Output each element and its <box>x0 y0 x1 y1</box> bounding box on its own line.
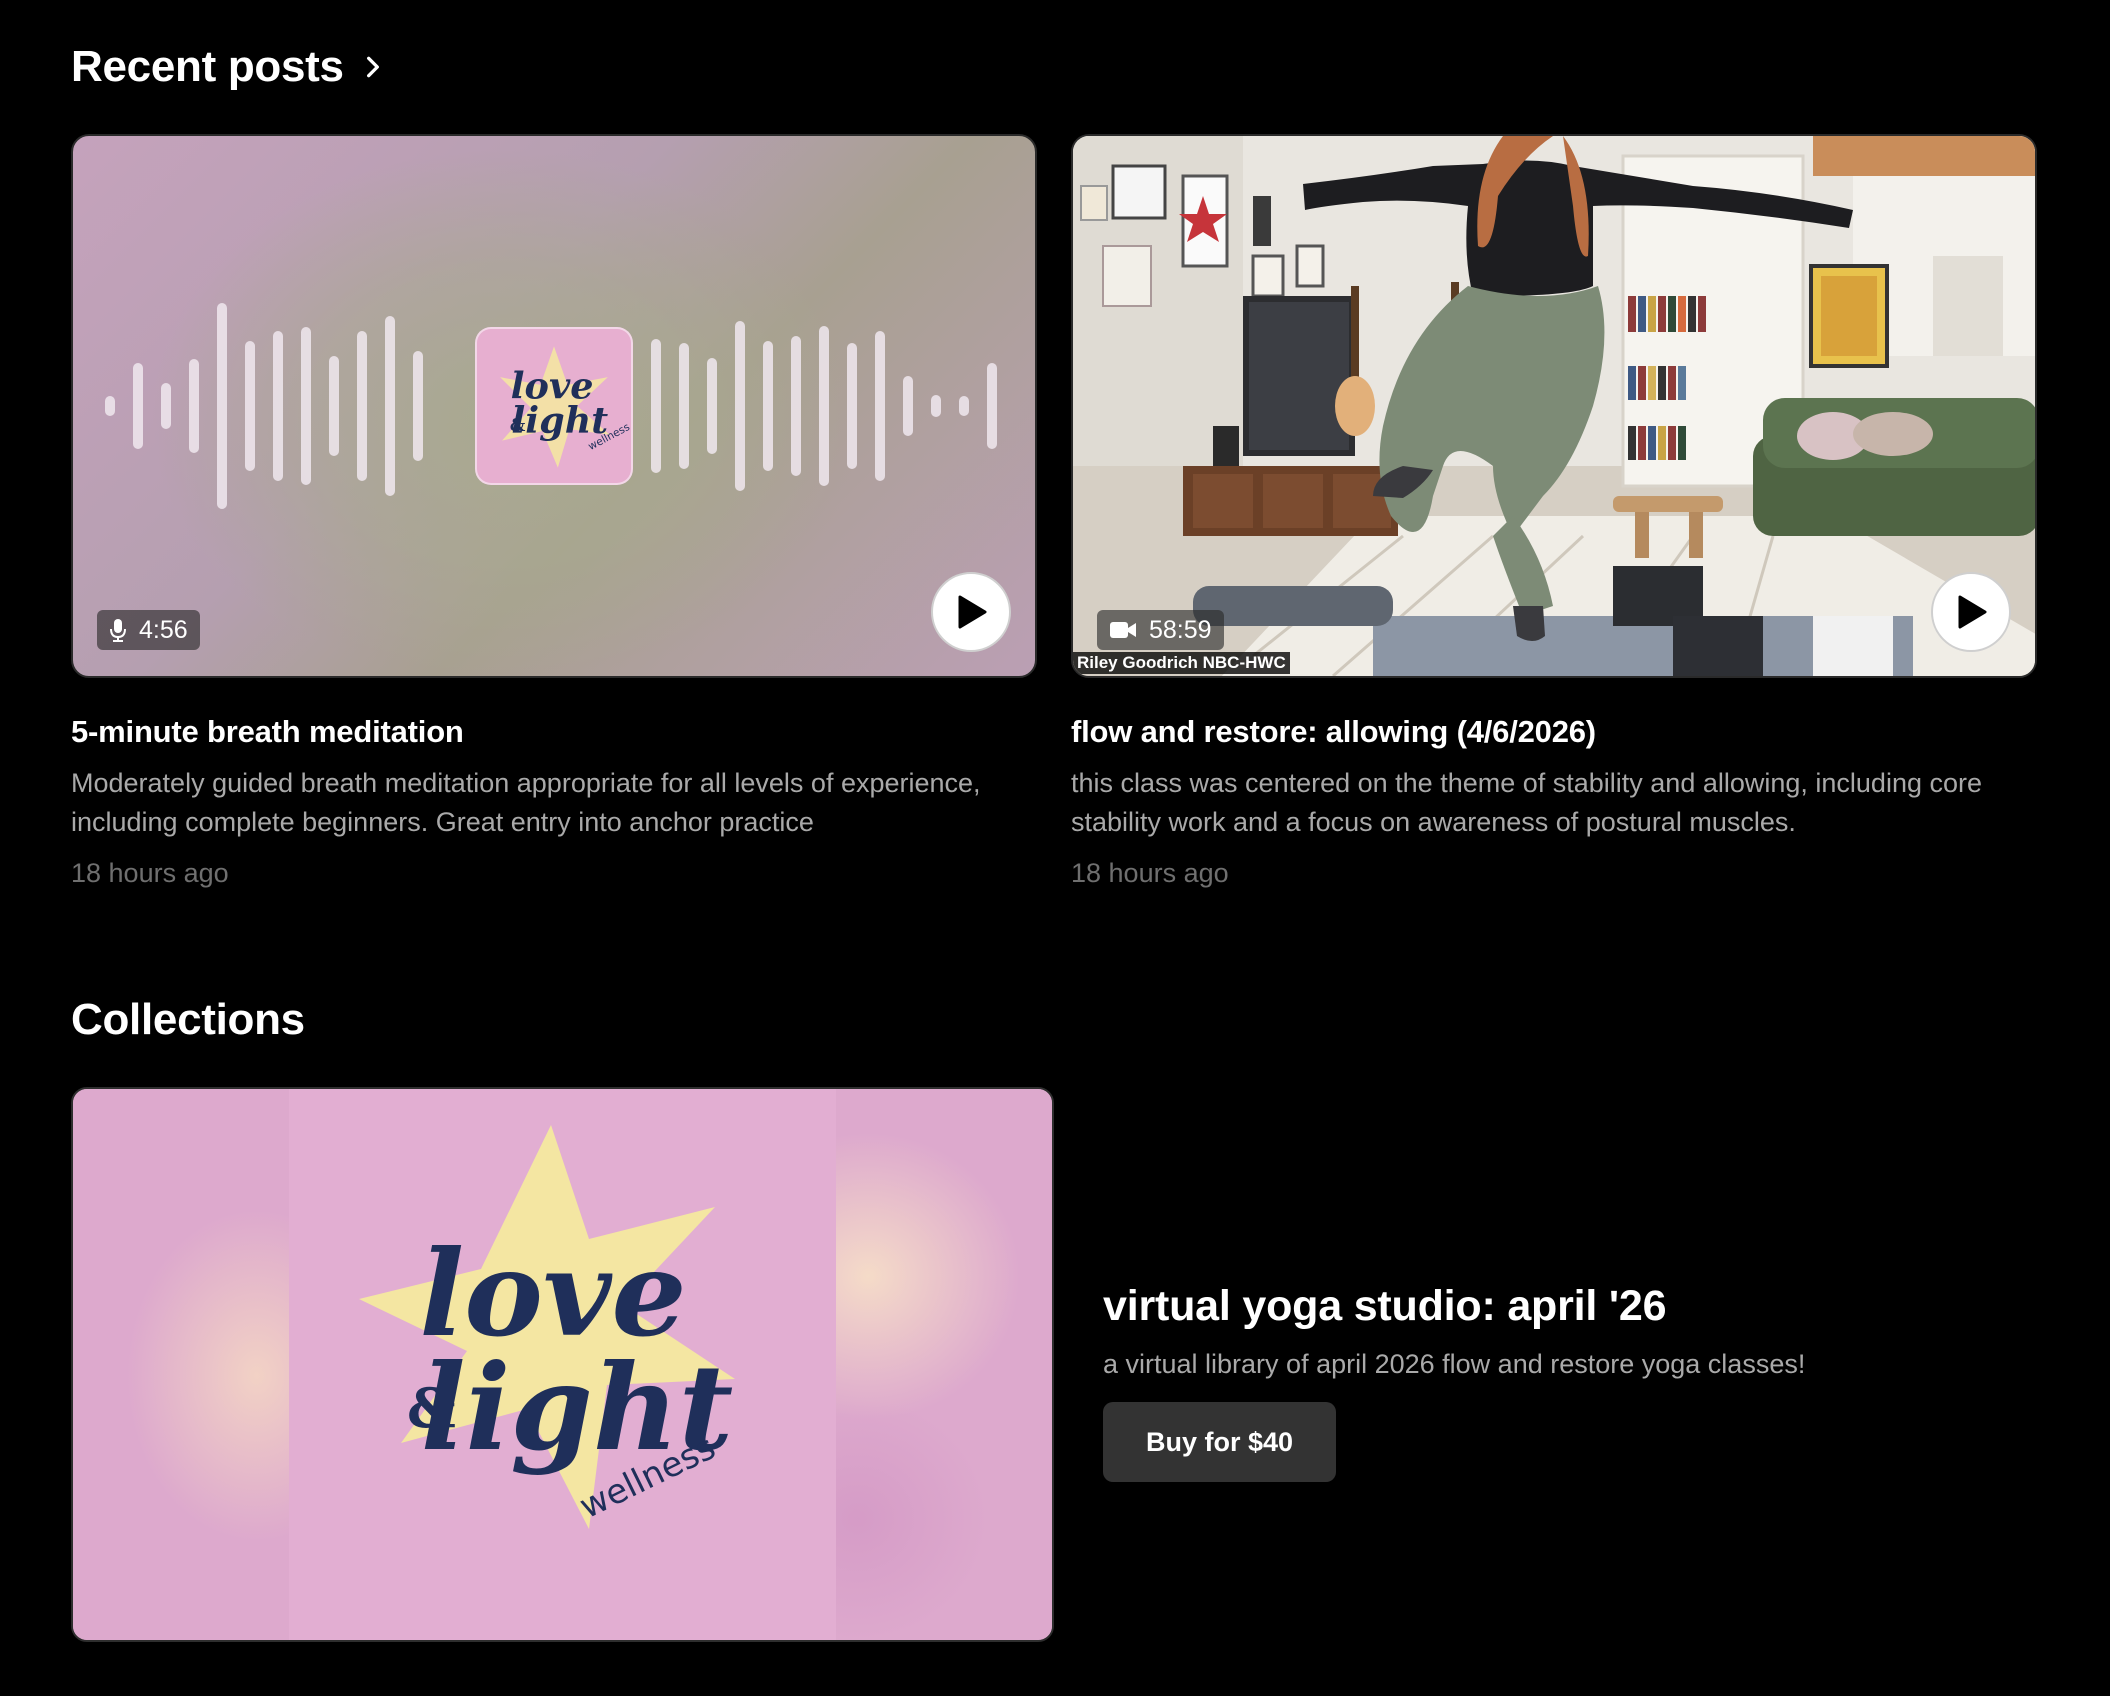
waveform-bar <box>301 327 311 485</box>
recent-posts-heading-link[interactable]: Recent posts <box>71 42 386 92</box>
waveform-bar <box>273 331 283 481</box>
play-button[interactable] <box>931 572 1011 652</box>
duration-label: 58:59 <box>1149 615 1212 644</box>
microphone-icon <box>110 619 126 642</box>
post-timestamp: 18 hours ago <box>1071 858 1229 888</box>
collection-description: a virtual library of april 2026 flow and… <box>1103 1349 1806 1379</box>
post-title[interactable]: flow and restore: allowing (4/6/2026) <box>1071 714 2037 750</box>
waveform-bar <box>763 341 773 471</box>
waveform-bar <box>819 326 829 486</box>
thumbnail-blur-right <box>836 1089 1052 1640</box>
post-card[interactable]: love & light wellness 4:56 5-minute brea… <box>71 134 1037 889</box>
waveform-bar <box>847 343 857 469</box>
video-caption: Riley Goodrich NBC-HWC <box>1073 652 1290 674</box>
duration-label: 4:56 <box>139 615 188 644</box>
recent-posts-title: Recent posts <box>71 42 344 91</box>
video-frame-yoga-pose <box>1073 136 2035 676</box>
waveform-bar <box>105 396 115 416</box>
waveform-bar <box>987 363 997 449</box>
post-timestamp: 18 hours ago <box>71 858 229 888</box>
waveform-bar <box>161 383 171 429</box>
post-description: this class was centered on the theme of … <box>1071 768 1982 837</box>
thumbnail-blur-left <box>73 1089 289 1640</box>
waveform-bar <box>679 343 689 469</box>
waveform-bar <box>735 321 745 491</box>
waveform-bar <box>875 331 885 481</box>
collections-title: Collections <box>71 995 305 1044</box>
waveform-bar <box>903 376 913 436</box>
chevron-right-icon <box>366 56 379 78</box>
waveform-bar <box>357 331 367 481</box>
svg-text:light: light <box>511 399 608 442</box>
waveform-bar <box>707 358 717 454</box>
post-description: Moderately guided breath meditation appr… <box>71 768 981 837</box>
love-light-logo: love & light wellness <box>289 1089 842 1640</box>
waveform-bar <box>245 341 255 471</box>
post-thumbnail[interactable]: love & light wellness 4:56 <box>71 134 1037 678</box>
waveform-bar <box>189 359 199 453</box>
play-icon <box>1958 595 1987 629</box>
waveform-bar <box>413 351 423 461</box>
play-icon <box>958 595 987 629</box>
post-title[interactable]: 5-minute breath meditation <box>71 714 1037 750</box>
love-light-logo: love & light wellness <box>475 327 633 485</box>
waveform-bar <box>931 395 941 417</box>
play-button[interactable] <box>1931 572 2011 652</box>
buy-button[interactable]: Buy for $40 <box>1103 1402 1336 1482</box>
waveform-bar <box>133 363 143 449</box>
duration-badge: 58:59 <box>1097 610 1224 650</box>
duration-badge: 4:56 <box>97 610 200 650</box>
waveform-bar <box>959 396 969 416</box>
waveform-bar <box>329 356 339 456</box>
waveform-bar <box>217 303 227 509</box>
collection-info: virtual yoga studio: april '26 a virtual… <box>1103 1282 2003 1482</box>
post-thumbnail[interactable]: Riley Goodrich NBC-HWC 58:59 <box>1071 134 2037 678</box>
waveform-bar <box>651 339 661 473</box>
video-camera-icon <box>1110 622 1136 638</box>
collection-thumbnail[interactable]: love & light wellness <box>71 1087 1054 1642</box>
waveform-bar <box>385 316 395 496</box>
collection-title[interactable]: virtual yoga studio: april '26 <box>1103 1282 2003 1331</box>
post-card[interactable]: Riley Goodrich NBC-HWC 58:59 flow and re… <box>1071 134 2037 889</box>
waveform-bar <box>791 336 801 476</box>
